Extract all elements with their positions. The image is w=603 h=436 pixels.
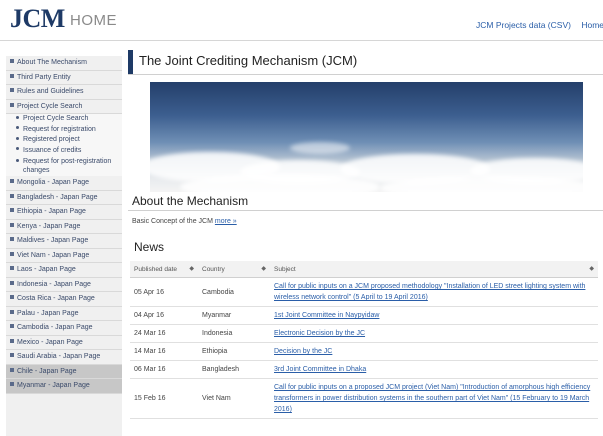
bullet-dot-icon — [16, 126, 19, 130]
news-country: Viet Nam — [198, 378, 270, 419]
bullet-square-icon — [10, 222, 14, 227]
table-row: 15 Feb 16 Viet Nam Call for public inputs … — [130, 378, 598, 419]
table-row: 24 Mar 16 Indonesia Electronic Decision by… — [130, 324, 598, 343]
page-title: The Joint Crediting Mechanism (JCM) — [139, 53, 358, 68]
title-divider — [128, 74, 603, 75]
country-list: Mongolia - Japan Page Bangladesh - Japan … — [6, 176, 122, 394]
sort-icon: ◆ — [189, 266, 194, 272]
bullet-square-icon — [10, 309, 14, 314]
sidebar-item-country[interactable]: Laos - Japan Page — [6, 263, 122, 278]
bullet-square-icon — [10, 251, 14, 256]
news-date: 05 Apr 16 — [130, 277, 198, 307]
col-country[interactable]: Country ◆ — [198, 261, 270, 278]
bullet-square-icon — [10, 237, 14, 242]
sidebar-item-third-party[interactable]: Third Party Entity — [6, 71, 122, 85]
bullet-square-icon — [10, 179, 14, 184]
sort-icon: ◆ — [589, 266, 594, 272]
sidebar-item-country[interactable]: Bangladesh - Japan Page — [6, 191, 122, 205]
bullet-square-icon — [10, 102, 14, 107]
bullet-dot-icon — [16, 158, 19, 162]
bullet-square-icon — [10, 59, 14, 64]
page-title-bar: The Joint Crediting Mechanism (JCM) — [128, 50, 603, 74]
sidebar-sub-registered-project[interactable]: Registered project — [6, 135, 122, 146]
sidebar-item-country[interactable]: Mongolia - Japan Page — [6, 176, 122, 191]
news-subject-link[interactable]: 1st Joint Committee in Naypyidaw — [270, 306, 598, 325]
bullet-dot-icon — [16, 136, 19, 140]
sidebar-sub-post-registration[interactable]: Request for post-registration changes — [6, 156, 122, 176]
news-table: Published date ◆ Country ◆ Subject ◆ 05 Apr… — [130, 261, 598, 419]
sidebar-item-country[interactable]: Saudi Arabia - Japan Page — [6, 350, 122, 365]
news-table-body: 05 Apr 16 Cambodia Call for public inputs … — [130, 277, 598, 419]
news-date: 24 Mar 16 — [130, 324, 198, 343]
jcm-logo[interactable]: JCM — [10, 4, 65, 34]
bullet-square-icon — [10, 193, 14, 198]
sidebar-item-country[interactable]: Myanmar - Japan Page — [6, 379, 122, 394]
sidebar-item-country[interactable]: Cambodia - Japan Page — [6, 321, 122, 336]
table-row: 05 Apr 16 Cambodia Call for public inputs … — [130, 277, 598, 307]
sidebar: About The Mechanism Third Party Entity R… — [6, 56, 122, 436]
about-heading: About the Mechanism — [132, 194, 249, 208]
news-subject-link[interactable]: Decision by the JC — [270, 342, 598, 361]
sidebar-item-country[interactable]: Maldives - Japan Page — [6, 234, 122, 249]
news-country: Cambodia — [198, 277, 270, 307]
header-links: JCM Projects data (CSV) Home — [476, 20, 603, 30]
news-date: 15 Feb 16 — [130, 378, 198, 419]
bullet-square-icon — [10, 338, 14, 343]
news-country: Bangladesh — [198, 360, 270, 379]
bullet-square-icon — [10, 295, 14, 300]
bullet-dot-icon — [16, 147, 19, 151]
home-link[interactable]: HOME — [70, 12, 117, 29]
sort-icon: ◆ — [261, 266, 266, 272]
news-subject-link[interactable]: 3rd Joint Committee in Dhaka — [270, 360, 598, 379]
news-subject-link[interactable]: Call for public inputs on a proposed JCM… — [270, 378, 598, 419]
more-link[interactable]: more » — [215, 218, 237, 225]
sidebar-item-country[interactable]: Viet Nam - Japan Page — [6, 249, 122, 263]
sidebar-item-rules[interactable]: Rules and Guidelines — [6, 85, 122, 100]
basic-concept-text: Basic Concept of the JCM more » — [132, 218, 237, 225]
news-country: Ethiopia — [198, 342, 270, 361]
sidebar-item-country[interactable]: Indonesia - Japan Page — [6, 278, 122, 292]
site-header: JCM HOME JCM Projects data (CSV) Home — [0, 0, 603, 41]
news-country: Indonesia — [198, 324, 270, 343]
sidebar-item-country[interactable]: Kenya - Japan Page — [6, 220, 122, 234]
sidebar-item-project-cycle[interactable]: Project Cycle Search — [6, 100, 122, 114]
sidebar-item-country[interactable]: Ethiopia - Japan Page — [6, 205, 122, 220]
news-subject-link[interactable]: Electronic Decision by the JC — [270, 324, 598, 343]
news-heading: News — [134, 240, 165, 254]
sidebar-item-country[interactable]: Chile - Japan Page — [6, 364, 122, 379]
sidebar-item-country[interactable]: Mexico - Japan Page — [6, 336, 122, 350]
sidebar-item-about[interactable]: About The Mechanism — [6, 56, 122, 71]
news-country: Myanmar — [198, 306, 270, 325]
sidebar-item-country[interactable]: Costa Rica - Japan Page — [6, 292, 122, 307]
table-row: 14 Mar 16 Ethiopia Decision by the JC — [130, 342, 598, 361]
table-row: 04 Apr 16 Myanmar 1st Joint Committee in N… — [130, 306, 598, 325]
bullet-square-icon — [10, 353, 14, 358]
bullet-square-icon — [10, 382, 14, 387]
home-top-link[interactable]: Home — [581, 20, 603, 30]
bullet-square-icon — [10, 266, 14, 271]
csv-link[interactable]: JCM Projects data (CSV) — [476, 20, 571, 30]
news-subject-link[interactable]: Call for public inputs on a JCM proposed… — [270, 277, 598, 307]
bullet-dot-icon — [16, 115, 19, 119]
bullet-square-icon — [10, 324, 14, 329]
bullet-square-icon — [10, 280, 14, 285]
bullet-square-icon — [10, 367, 14, 372]
bullet-square-icon — [10, 88, 14, 93]
news-date: 14 Mar 16 — [130, 342, 198, 361]
sidebar-sub-project-cycle-search[interactable]: Project Cycle Search — [6, 114, 122, 125]
bullet-square-icon — [10, 208, 14, 213]
bullet-square-icon — [10, 73, 14, 78]
about-divider — [128, 210, 603, 211]
col-published-date[interactable]: Published date ◆ — [130, 261, 198, 278]
sidebar-item-country[interactable]: Palau - Japan Page — [6, 307, 122, 321]
news-date: 06 Mar 16 — [130, 360, 198, 379]
col-subject[interactable]: Subject ◆ — [270, 261, 598, 278]
sidebar-sub-request-registration[interactable]: Request for registration — [6, 124, 122, 135]
sky-banner-image — [150, 82, 583, 192]
table-row: 06 Mar 16 Bangladesh 3rd Joint Committee i… — [130, 360, 598, 379]
sidebar-sub-issuance-credits[interactable]: Issuance of credits — [6, 145, 122, 156]
news-date: 04 Apr 16 — [130, 306, 198, 325]
news-table-header: Published date ◆ Country ◆ Subject ◆ — [130, 261, 598, 278]
